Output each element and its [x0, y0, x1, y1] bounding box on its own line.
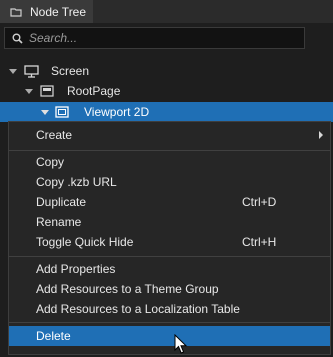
- mouse-cursor-icon: [174, 334, 188, 354]
- search-icon: [12, 33, 23, 44]
- menu-item-add-properties[interactable]: Add Properties: [9, 259, 330, 279]
- menu-item-copy[interactable]: Copy: [9, 152, 330, 172]
- chevron-right-icon: [319, 131, 323, 139]
- context-menu: Create Copy Copy .kzb URL Duplicate Ctrl…: [8, 121, 331, 355]
- tree-item-screen[interactable]: Screen: [0, 61, 89, 81]
- viewport-icon: [55, 106, 69, 118]
- menu-item-toggle-quick-hide[interactable]: Toggle Quick Hide Ctrl+H: [9, 232, 330, 252]
- menu-item-label: Add Resources to a Localization Table: [36, 302, 240, 316]
- menu-item-duplicate[interactable]: Duplicate Ctrl+D: [9, 192, 330, 212]
- tab-label: Node Tree: [30, 4, 87, 19]
- tree-item-viewport-2d[interactable]: Viewport 2D: [0, 102, 333, 122]
- menu-item-shortcut: Ctrl+H: [242, 235, 277, 249]
- expand-arrow-icon[interactable]: [9, 68, 17, 74]
- tab-node-tree[interactable]: Node Tree: [0, 0, 93, 23]
- menu-separator: [9, 150, 330, 151]
- menu-item-copy-kzb-url[interactable]: Copy .kzb URL: [9, 172, 330, 192]
- menu-item-label: Duplicate: [36, 195, 87, 209]
- menu-item-rename[interactable]: Rename: [9, 212, 330, 232]
- monitor-icon: [24, 64, 39, 78]
- menu-item-label: Add Resources to a Theme Group: [36, 282, 219, 296]
- menu-item-add-resources-localization-table[interactable]: Add Resources to a Localization Table: [9, 299, 330, 319]
- menu-item-label: Rename: [36, 215, 82, 229]
- menu-item-label: Copy .kzb URL: [36, 175, 117, 189]
- tree-item-label: Screen: [51, 64, 90, 78]
- search-placeholder: Search...: [29, 31, 78, 45]
- search-input[interactable]: Search...: [4, 27, 305, 49]
- expand-arrow-icon[interactable]: [41, 109, 49, 115]
- menu-item-label: Create: [36, 128, 73, 142]
- menu-item-shortcut: Ctrl+D: [242, 195, 277, 209]
- menu-item-label: Add Properties: [36, 262, 116, 276]
- page-icon: [40, 85, 54, 97]
- menu-item-create[interactable]: Create: [9, 125, 330, 145]
- panel-tabstrip: Node Tree: [0, 0, 333, 23]
- folder-icon: [10, 7, 22, 17]
- menu-item-add-resources-theme-group[interactable]: Add Resources to a Theme Group: [9, 279, 330, 299]
- menu-separator: [9, 256, 330, 257]
- menu-separator: [9, 322, 330, 323]
- menu-item-label: Copy: [36, 155, 65, 169]
- tree-item-label: RootPage: [67, 84, 121, 98]
- tree-item-row: Viewport 2D: [0, 102, 149, 122]
- menu-item-label: Delete: [36, 329, 71, 343]
- menu-item-delete[interactable]: Delete: [9, 326, 330, 346]
- tree-item-rootpage[interactable]: RootPage: [0, 81, 120, 101]
- menu-item-label: Toggle Quick Hide: [36, 235, 134, 249]
- expand-arrow-icon[interactable]: [25, 88, 33, 94]
- tree-item-label: Viewport 2D: [84, 105, 150, 119]
